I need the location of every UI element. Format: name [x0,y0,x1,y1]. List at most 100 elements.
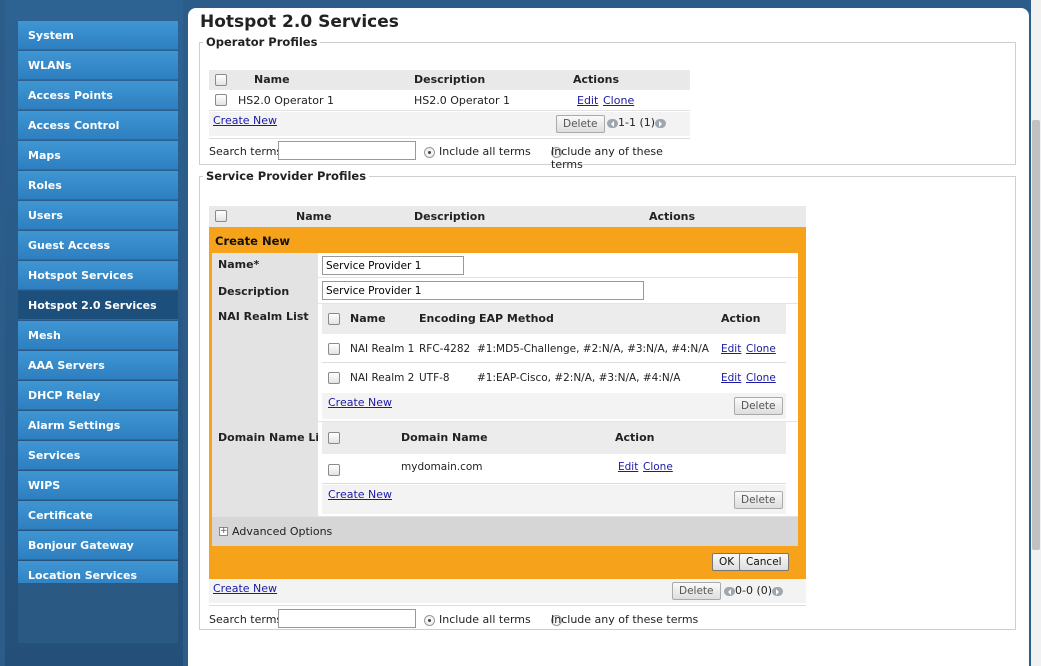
edit-link[interactable]: Edit [577,94,598,107]
description-label: Description [218,285,290,298]
description-field[interactable] [322,281,644,300]
nai-eap-cell: #1:EAP-Cisco, #2:N/A, #3:N/A, #4:N/A [477,372,681,384]
scrollbar-thumb[interactable] [1032,120,1040,550]
sidebar-item-dhcp-relay[interactable]: DHCP Relay [18,381,178,410]
column-header-name: Name [296,210,332,223]
prev-page-icon[interactable] [607,118,618,128]
delete-button[interactable]: Delete [734,491,783,509]
column-header-description: Description [414,73,486,86]
column-header-name: Name [254,73,290,86]
table-row: NAI Realm 1 RFC-4282 #1:MD5-Challenge, #… [322,335,786,363]
sidebar-item-access-points[interactable]: Access Points [18,81,178,110]
name-label: Name* [218,258,260,271]
sidebar-item-wips[interactable]: WIPS [18,471,178,500]
domain-name-list-label: Domain Name List [218,431,331,444]
vertical-scrollbar[interactable] [1031,0,1041,666]
select-all-checkbox[interactable] [328,432,340,444]
sidebar-item-users[interactable]: Users [18,201,178,230]
clone-link[interactable]: Clone [643,461,673,473]
search-label: Search terms [209,145,283,158]
row-checkbox[interactable] [215,94,227,106]
ok-button[interactable]: OK [712,553,742,571]
sidebar-item-wlans[interactable]: WLANs [18,51,178,80]
nai-encoding-cell: RFC-4282 [419,343,471,355]
operator-profiles-legend: Operator Profiles [206,35,318,49]
column-header-eap-method: EAP Method [479,312,554,325]
sidebar-item-maps[interactable]: Maps [18,141,178,170]
sidebar-item-hotspot-services[interactable]: Hotspot Services [18,261,178,290]
main-panel: Hotspot 2.0 Services Operator Profiles N… [188,8,1029,666]
search-input[interactable] [278,609,416,628]
create-new-link[interactable]: Create New [328,488,392,501]
search-input[interactable] [278,141,416,160]
provider-table-header: Name Description Actions [209,206,806,227]
prev-page-icon[interactable] [724,586,735,596]
cancel-button[interactable]: Cancel [739,553,789,571]
include-any-label: Include any of these terms [551,613,699,626]
sidebar-nav: System WLANs Access Points Access Contro… [18,21,178,591]
advanced-options-label[interactable]: Advanced Options [232,525,332,538]
sidebar-item-guest-access[interactable]: Guest Access [18,231,178,260]
nai-realm-table: Name Encoding EAP Method Action NAI Real… [318,304,798,421]
table-row: mydomain.com Edit Clone [322,455,786,484]
sidebar-item-bonjour-gateway[interactable]: Bonjour Gateway [18,531,178,560]
sidebar-item-alarm-settings[interactable]: Alarm Settings [18,411,178,440]
next-page-icon[interactable] [655,118,667,128]
search-label: Search terms [209,613,283,626]
row-checkbox[interactable] [328,343,340,355]
pager: 0-0 (0) [724,584,784,597]
provider-table-footer: Create New Delete 0-0 (0) [209,579,806,603]
pager: 1-1 (1) [607,116,667,129]
nai-name-cell: NAI Realm 2 [350,372,415,384]
delete-button[interactable]: Delete [734,397,783,415]
description-cell [318,278,798,303]
delete-button[interactable]: Delete [672,582,721,600]
column-header-name: Name [350,312,386,325]
name-cell [318,253,798,277]
next-page-icon[interactable] [772,586,784,596]
edit-link[interactable]: Edit [721,343,741,355]
clone-link[interactable]: Clone [603,94,634,107]
operator-name-cell: HS2.0 Operator 1 [238,94,334,107]
sidebar-item-services[interactable]: Services [18,441,178,470]
select-all-checkbox[interactable] [328,313,340,325]
sidebar-item-aaa-servers[interactable]: AAA Servers [18,351,178,380]
edit-link[interactable]: Edit [721,372,741,384]
select-all-checkbox[interactable] [215,74,227,86]
operator-profiles-section: Operator Profiles Name Description Actio… [199,35,1016,171]
row-checkbox[interactable] [328,372,340,384]
column-header-actions: Actions [649,210,695,223]
create-new-header: Create New [215,234,291,248]
service-provider-profiles-legend: Service Provider Profiles [206,169,367,183]
include-all-radio[interactable] [424,614,435,626]
delete-button[interactable]: Delete [556,115,605,133]
create-new-link[interactable]: Create New [213,114,277,127]
operator-description-cell: HS2.0 Operator 1 [414,94,510,107]
column-header-description: Description [414,210,486,223]
row-checkbox[interactable] [328,464,340,476]
sidebar-item-system[interactable]: System [18,21,178,50]
nai-encoding-cell: UTF-8 [419,372,450,384]
sidebar-item-certificate[interactable]: Certificate [18,501,178,530]
clone-link[interactable]: Clone [746,372,776,384]
pager-text: 1-1 (1) [618,116,656,129]
table-row: NAI Realm 2 UTF-8 #1:EAP-Cisco, #2:N/A, … [322,364,786,392]
create-new-panel: Create New Name* Description NAI Realm L… [209,227,806,579]
nai-table-header: Name Encoding EAP Method Action [322,304,786,334]
name-field[interactable] [322,256,464,275]
create-new-link[interactable]: Create New [328,396,392,409]
sidebar-item-roles[interactable]: Roles [18,171,178,200]
column-header-encoding: Encoding [419,312,476,325]
expand-plus-icon[interactable]: + [219,527,228,536]
sidebar-item-mesh[interactable]: Mesh [18,321,178,350]
create-new-link[interactable]: Create New [213,582,277,595]
include-all-radio[interactable] [424,146,435,158]
column-header-action: Action [721,312,761,325]
select-all-checkbox[interactable] [215,210,227,222]
sidebar-item-access-control[interactable]: Access Control [18,111,178,140]
edit-link[interactable]: Edit [618,461,638,473]
include-all-label: Include all terms [439,613,531,626]
clone-link[interactable]: Clone [746,343,776,355]
sidebar-item-hotspot-2-services[interactable]: Hotspot 2.0 Services [18,291,178,320]
advanced-options-row[interactable]: + Advanced Options [212,517,798,546]
